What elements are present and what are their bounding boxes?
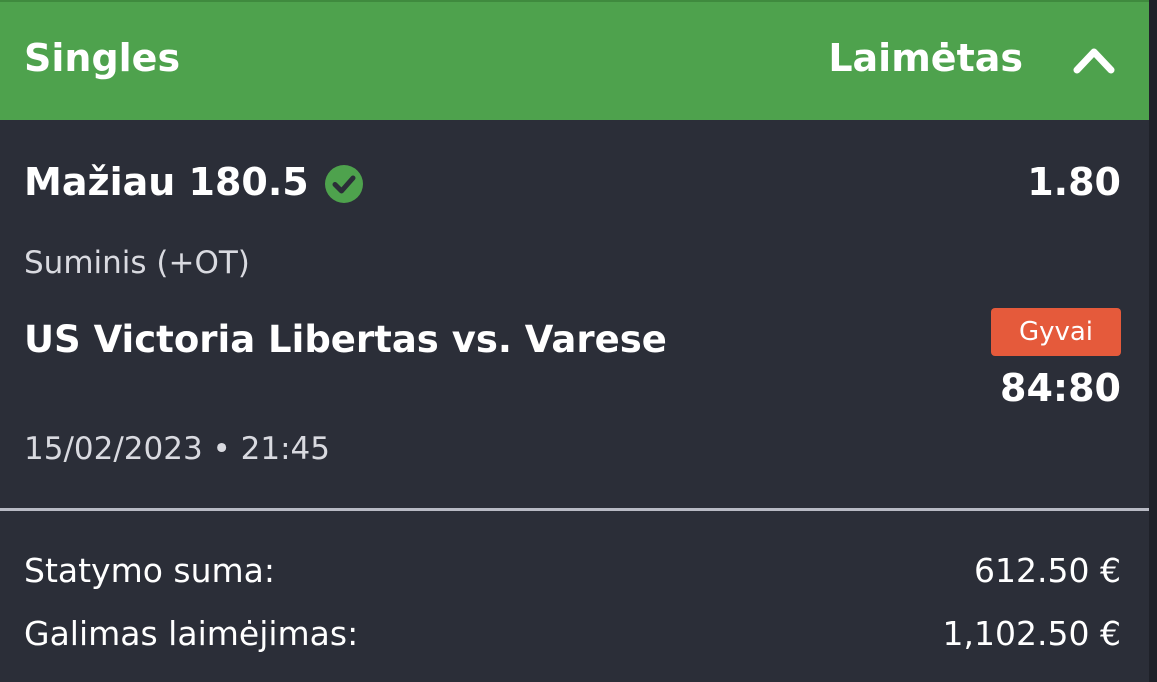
- bet-type-title: Singles: [24, 36, 181, 80]
- bet-details: Mažiau 180.5 1.80 Suminis (+OT) US Victo…: [0, 120, 1149, 510]
- bet-market: Suminis (+OT): [24, 245, 250, 281]
- live-badge: Gyvai: [991, 308, 1121, 356]
- bet-card: Singles Laimėtas Mažiau 180.5 1.80 Sumin…: [0, 0, 1157, 682]
- payout-label: Galimas laimėjimas:: [24, 614, 359, 653]
- bet-selection: Mažiau 180.5: [24, 160, 309, 204]
- check-circle-icon: [324, 164, 364, 204]
- stake-label: Statymo suma:: [24, 551, 275, 590]
- bet-odds: 1.80: [1027, 160, 1121, 204]
- payout-row: Galimas laimėjimas: 1,102.50 €: [24, 609, 1121, 659]
- bet-status-label: Laimėtas: [828, 36, 1023, 80]
- match-datetime: 15/02/2023 • 21:45: [24, 431, 331, 467]
- divider: [0, 508, 1149, 511]
- match-name: US Victoria Libertas vs. Varese: [24, 318, 667, 361]
- stake-row: Statymo suma: 612.50 €: [24, 546, 1121, 596]
- payout-value: 1,102.50 €: [942, 614, 1121, 653]
- stake-value: 612.50 €: [974, 551, 1121, 590]
- match-score: 84:80: [1000, 366, 1121, 410]
- bet-card-header[interactable]: Singles Laimėtas: [0, 0, 1149, 120]
- chevron-up-icon[interactable]: [1071, 42, 1117, 76]
